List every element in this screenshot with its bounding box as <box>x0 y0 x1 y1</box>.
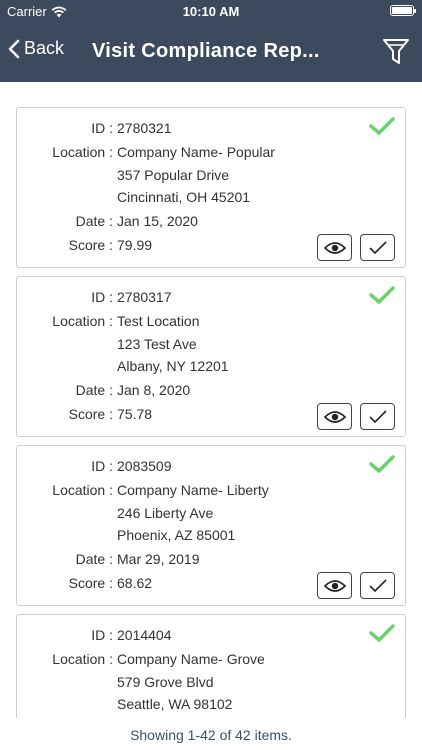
location-row: Location : Test Location <box>17 310 405 332</box>
eye-icon <box>323 241 346 254</box>
location-street-row: 123 Test Ave <box>17 333 405 355</box>
checkmark-icon <box>368 240 387 254</box>
id-label: ID : <box>91 120 113 136</box>
location-street: 123 Test Ave <box>117 336 197 352</box>
checkmark-icon <box>368 409 387 423</box>
approve-button[interactable] <box>360 572 395 599</box>
date-value: Jan 15, 2020 <box>117 213 198 229</box>
id-value: 2780321 <box>117 120 172 136</box>
report-card: ID : 2014404 Location : Company Name- Gr… <box>16 614 406 718</box>
location-row: Location : Company Name- Popular <box>17 141 405 163</box>
location-city-row: Phoenix, AZ 85001 <box>17 524 405 546</box>
location-street-row: 579 Grove Blvd <box>17 671 405 693</box>
date-label: Date : <box>75 551 113 567</box>
date-row: Date : Mar 29, 2019 <box>17 548 405 570</box>
id-label: ID : <box>91 627 113 643</box>
navigation-bar: Back Visit Compliance Rep... <box>0 22 422 82</box>
report-card: ID : 2780317 Location : Test Location 12… <box>16 276 406 437</box>
location-name: Company Name- Grove <box>117 651 265 667</box>
pagination-summary: Showing 1-42 of 42 items. <box>0 718 422 750</box>
status-bar: Carrier 10:10 AM <box>0 0 422 22</box>
location-label: Location : <box>52 144 113 160</box>
battery-icon <box>390 5 416 16</box>
score-label: Score : <box>68 237 113 253</box>
location-name: Company Name- Liberty <box>117 482 269 498</box>
location-city: Seattle, WA 98102 <box>117 696 233 712</box>
location-label: Location : <box>52 482 113 498</box>
date-row: Date : Jan 15, 2020 <box>17 210 405 232</box>
score-label: Score : <box>68 406 113 422</box>
id-value: 2083509 <box>117 458 172 474</box>
id-row: ID : 2014404 <box>17 624 405 646</box>
location-city-row: Albany, NY 12201 <box>17 355 405 377</box>
id-row: ID : 2083509 <box>17 455 405 477</box>
id-row: ID : 2780321 <box>17 117 405 139</box>
report-list[interactable]: ID : 2780321 Location : Company Name- Po… <box>0 82 422 718</box>
eye-icon <box>323 579 346 592</box>
location-name: Company Name- Popular <box>117 144 275 160</box>
location-street-row: 357 Popular Drive <box>17 164 405 186</box>
back-button[interactable]: Back <box>8 38 64 59</box>
location-street-row: 246 Liberty Ave <box>17 502 405 524</box>
chevron-left-icon <box>8 39 20 58</box>
location-city: Albany, NY 12201 <box>117 358 229 374</box>
id-label: ID : <box>91 289 113 305</box>
score-value: 75.78 <box>117 406 153 422</box>
location-city: Phoenix, AZ 85001 <box>117 527 236 543</box>
date-value: Mar 29, 2019 <box>117 551 200 567</box>
score-value: 79.99 <box>117 237 153 253</box>
back-label: Back <box>24 38 65 58</box>
status-time: 10:10 AM <box>182 4 240 19</box>
location-row: Location : Company Name- Liberty <box>17 479 405 501</box>
id-value: 2014404 <box>117 627 172 643</box>
approve-button[interactable] <box>360 234 395 261</box>
date-value: Jan 8, 2020 <box>117 382 191 398</box>
date-label: Date : <box>75 213 113 229</box>
location-city: Cincinnati, OH 45201 <box>117 189 251 205</box>
score-value: 68.62 <box>117 575 153 591</box>
approve-button[interactable] <box>360 403 395 430</box>
id-row: ID : 2780317 <box>17 286 405 308</box>
location-street: 246 Liberty Ave <box>117 505 214 521</box>
location-street: 579 Grove Blvd <box>117 674 214 690</box>
location-name: Test Location <box>117 313 200 329</box>
location-street: 357 Popular Drive <box>117 167 230 183</box>
location-row: Location : Company Name- Grove <box>17 648 405 670</box>
id-value: 2780317 <box>117 289 172 305</box>
eye-icon <box>323 410 346 423</box>
id-label: ID : <box>91 458 113 474</box>
location-label: Location : <box>52 313 113 329</box>
filter-icon[interactable] <box>382 37 410 67</box>
page-title: Visit Compliance Rep... <box>92 40 320 62</box>
view-button[interactable] <box>317 403 352 430</box>
top-bar: Carrier 10:10 AM Back Visit Compliance R… <box>0 0 422 82</box>
report-card: ID : 2780321 Location : Company Name- Po… <box>16 107 406 268</box>
date-label: Date : <box>75 382 113 398</box>
checkmark-icon <box>368 578 387 592</box>
location-label: Location : <box>52 651 113 667</box>
score-label: Score : <box>68 575 113 591</box>
location-city-row: Cincinnati, OH 45201 <box>17 186 405 208</box>
view-button[interactable] <box>317 234 352 261</box>
location-city-row: Seattle, WA 98102 <box>17 693 405 715</box>
date-row: Date : Jan 8, 2020 <box>17 379 405 401</box>
report-card: ID : 2083509 Location : Company Name- Li… <box>16 445 406 606</box>
view-button[interactable] <box>317 572 352 599</box>
